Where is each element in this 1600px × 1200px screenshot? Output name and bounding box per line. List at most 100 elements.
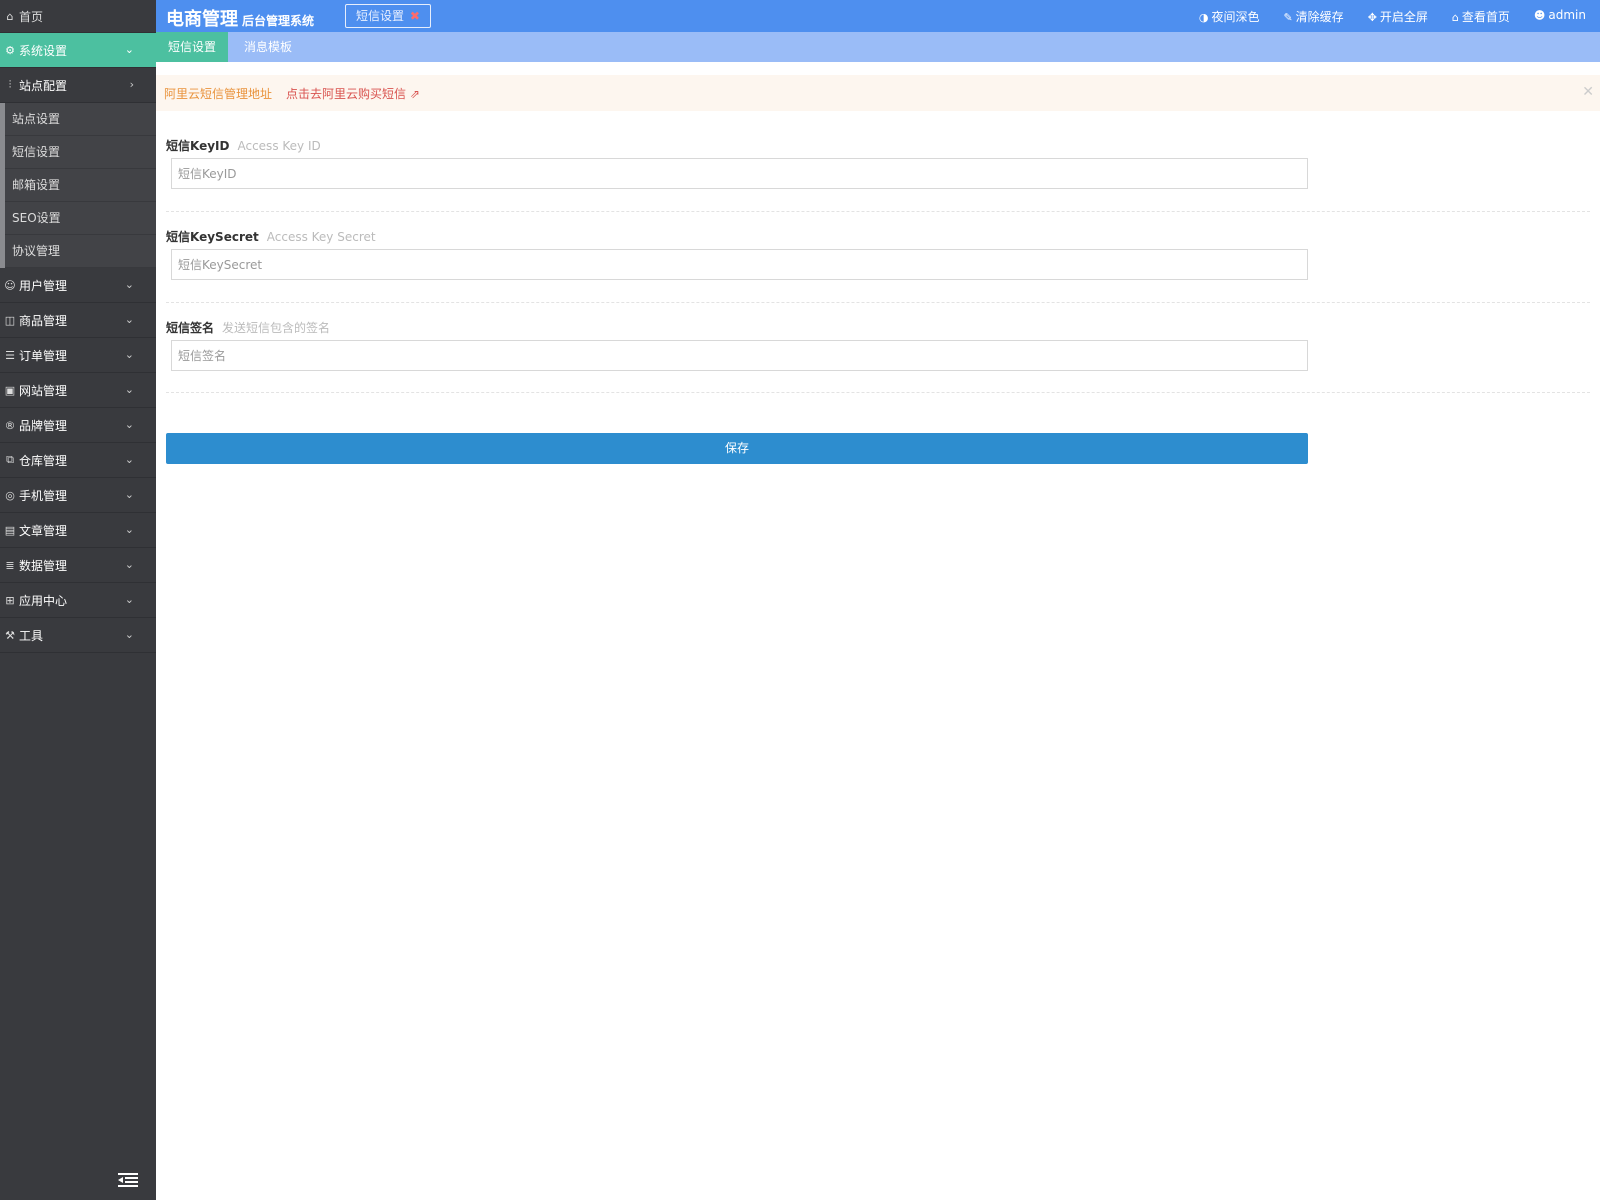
fullscreen-button[interactable]: ✥ 开启全屏 [1368,8,1428,25]
home-icon: ⌂ [1451,11,1459,24]
submenu: 站点设置 短信设置 邮箱设置 SEO设置 协议管理 [0,103,156,268]
sidebar-item-label: 文章管理 [19,523,68,538]
sidebar-item-website[interactable]: ▣ 网站管理 ⌄ [0,373,156,408]
sidebar-item-site-config[interactable]: ⫶ 站点配置 › [0,68,156,103]
sidebar-item-data[interactable]: ≣ 数据管理 ⌄ [0,548,156,583]
chevron-down-icon: ⌄ [124,418,134,431]
sidebar-item-label: 首页 [19,9,44,24]
dark-mode-button[interactable]: ◑ 夜间深色 [1199,8,1260,25]
save-button[interactable]: 保存 [166,433,1308,464]
dark-mode-label: 夜间深色 [1211,10,1260,24]
sidebar-item-warehouse[interactable]: ⧉ 仓库管理 ⌄ [0,443,156,478]
sidebar-item-home[interactable]: ⌂ 首页 [0,0,156,33]
sidebar-item-users[interactable]: ☺ 用户管理 ⌄ [0,268,156,303]
signature-input[interactable] [171,340,1308,371]
key-id-label-text: 短信KeyID [166,139,230,153]
divider [166,392,1590,393]
buy-sms-link[interactable]: 点击去阿里云购买短信 ⇗ [286,85,420,102]
sidebar-item-label: 工具 [19,628,44,643]
sidebar-item-orders[interactable]: ☰ 订单管理 ⌄ [0,338,156,373]
key-secret-label-text: 短信KeySecret [166,230,259,244]
sidebar-item-system-settings[interactable]: ⚙ 系统设置 ⌄ [0,33,156,68]
bag-icon: ◫ [4,313,16,327]
user-icon: ☻ [1533,9,1546,22]
alert-text: 阿里云短信管理地址 [164,86,273,101]
signature-hint: 发送短信包含的签名 [222,321,331,335]
sidebar-item-label: 站点配置 [19,78,68,93]
sidebar-item-mobile[interactable]: ◎ 手机管理 ⌄ [0,478,156,513]
expand-icon: ✥ [1367,11,1377,24]
close-icon[interactable]: ✖ [410,9,420,23]
chevron-down-icon: ⌄ [124,628,134,641]
sidebar-item-label: 商品管理 [19,313,68,328]
registered-icon: ® [4,418,16,432]
key-secret-group: 短信KeySecret Access Key Secret [166,228,1590,280]
sidebar-item-products[interactable]: ◫ 商品管理 ⌄ [0,303,156,338]
sidebar-item-label: 手机管理 [19,488,68,503]
chevron-down-icon: ⌄ [124,558,134,571]
clear-cache-label: 清除缓存 [1295,10,1344,24]
open-tab[interactable]: 短信设置 ✖ [345,4,431,28]
brand: 电商管理 后台管理系统 [166,5,314,31]
sidebar-item-articles[interactable]: ▤ 文章管理 ⌄ [0,513,156,548]
map-icon: ▣ [4,383,16,397]
signature-label: 短信签名 发送短信包含的签名 [166,319,1590,336]
view-home-button[interactable]: ⌂ 查看首页 [1452,8,1510,25]
boxes-icon: ⧉ [6,453,14,466]
chevron-down-icon: ⌄ [124,348,134,361]
document-icon: ▤ [4,523,16,537]
contrast-icon: ◑ [1198,11,1209,24]
sidebar-subitem-agreement[interactable]: 协议管理 [5,235,156,268]
chevron-down-icon: ⌄ [124,488,134,501]
sidebar-item-tools[interactable]: ⚒ 工具 ⌄ [0,618,156,653]
close-icon[interactable]: ✕ [1582,84,1594,100]
view-home-label: 查看首页 [1461,10,1510,24]
sidebar-subitem-seo-settings[interactable]: SEO设置 [5,202,156,235]
divider [166,211,1590,212]
user-icon: ☺ [4,278,16,292]
sidebar-item-label: 应用中心 [19,593,68,608]
fullscreen-label: 开启全屏 [1379,10,1428,24]
sidebar-item-label: 网站管理 [19,383,68,398]
sidebar-item-label: 订单管理 [19,348,68,363]
tab-message-templates[interactable]: 消息模板 [232,32,304,62]
sidebar-subitem-email-settings[interactable]: 邮箱设置 [5,169,156,202]
gear-icon: ⚙ [5,43,15,57]
sidebar-item-label: 仓库管理 [19,453,68,468]
sidebar-item-apps[interactable]: ⊞ 应用中心 ⌄ [0,583,156,618]
signature-label-text: 短信签名 [166,321,215,335]
sidebar-subitem-sms-settings[interactable]: 短信设置 [5,136,156,169]
sidebar-item-brands[interactable]: ® 品牌管理 ⌄ [0,408,156,443]
sliders-icon: ⫶ [8,78,12,91]
key-secret-input[interactable] [171,249,1308,280]
chevron-down-icon: ⌄ [124,593,134,606]
sidebar: ⌂ 首页 ⚙ 系统设置 ⌄ ⫶ 站点配置 › 站点设置 短信设置 邮箱设置 SE… [0,0,156,1200]
key-id-group: 短信KeyID Access Key ID [166,137,1590,189]
user-menu[interactable]: ☻ admin [1534,8,1586,25]
chevron-down-icon: ⌄ [124,278,134,291]
tab-sms-settings[interactable]: 短信设置 [156,32,229,62]
signature-group: 短信签名 发送短信包含的签名 [166,319,1590,371]
chevron-down-icon: ⌄ [124,523,134,536]
clear-cache-button[interactable]: ✎ 清除缓存 [1283,8,1343,25]
brand-subtitle: 后台管理系统 [242,14,315,28]
chevron-down-icon: ⌄ [124,383,134,396]
sidebar-item-label: 数据管理 [19,558,68,573]
sidebar-subitem-site-settings[interactable]: 站点设置 [5,103,156,136]
sidebar-item-label: 系统设置 [19,43,68,58]
chevron-right-icon: › [129,78,134,91]
brand-title: 电商管理 [166,9,238,30]
buy-sms-link-label: 点击去阿里云购买短信 [286,86,407,101]
brush-icon: ✎ [1283,11,1293,24]
sidebar-item-label: 品牌管理 [19,418,68,433]
key-id-hint: Access Key ID [237,139,321,153]
mobile-icon: ◎ [5,488,15,502]
home-icon: ⌂ [6,9,14,23]
database-icon: ≣ [5,558,15,572]
key-id-input[interactable] [171,158,1308,189]
key-secret-label: 短信KeySecret Access Key Secret [166,228,1590,245]
collapse-sidebar-icon[interactable] [118,1172,138,1188]
sub-tabs: 短信设置 消息模板 [156,32,1600,62]
grid-icon: ⊞ [5,593,15,607]
divider [166,302,1590,303]
